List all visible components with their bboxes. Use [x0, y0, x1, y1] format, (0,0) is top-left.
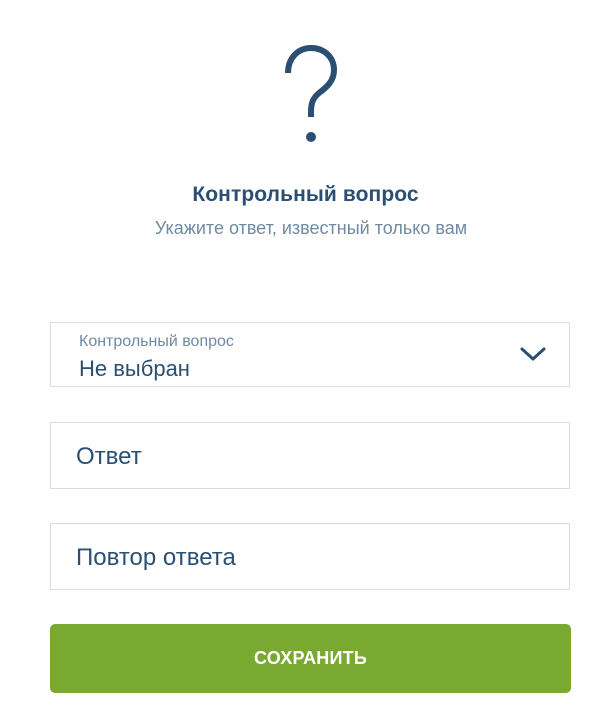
- repeat-answer-field-container[interactable]: [50, 523, 570, 590]
- security-question-value: Не выбран: [79, 356, 190, 381]
- security-question-select[interactable]: Контрольный вопрос Не выбран: [50, 322, 570, 387]
- save-button[interactable]: СОХРАНИТЬ: [50, 624, 571, 693]
- answer-input[interactable]: [76, 443, 536, 471]
- security-question-label: Контрольный вопрос: [79, 333, 234, 350]
- security-question-page: Контрольный вопрос Укажите ответ, извест…: [0, 0, 611, 711]
- repeat-answer-input[interactable]: [76, 544, 536, 572]
- answer-field-container[interactable]: [50, 422, 570, 489]
- question-mark-icon: [285, 44, 338, 142]
- page-title: Контрольный вопрос: [192, 183, 419, 206]
- page-subtitle: Укажите ответ, известный только вам: [154, 218, 468, 238]
- chevron-down-icon[interactable]: [519, 344, 547, 364]
